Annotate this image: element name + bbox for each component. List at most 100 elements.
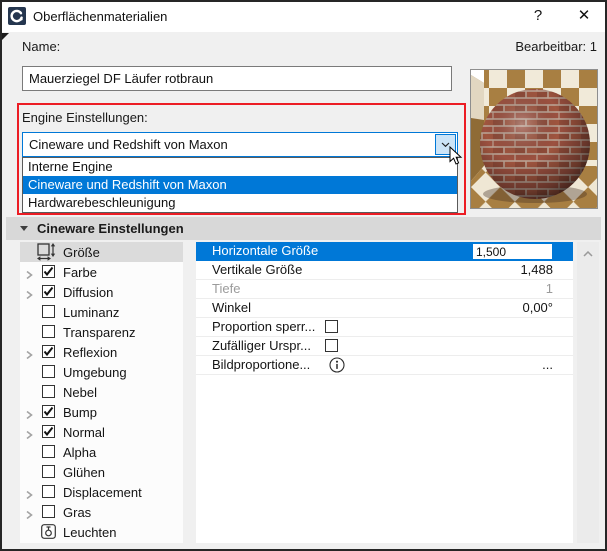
param-checkbox[interactable] <box>325 339 338 352</box>
tree-item-luminanz[interactable]: Luminanz <box>20 302 183 322</box>
expander-chevron-icon <box>26 430 33 440</box>
engine-combobox[interactable]: Cineware und Redshift von Maxon <box>22 132 458 157</box>
channel-checkbox[interactable] <box>42 445 55 458</box>
tree-item-bump[interactable]: Bump <box>20 402 183 422</box>
expander-chevron-icon <box>26 270 33 280</box>
tree-item-label: Nebel <box>63 385 97 400</box>
tree-item-label: Diffusion <box>63 285 114 300</box>
mouse-cursor <box>449 146 463 165</box>
checkmark-icon <box>43 346 54 357</box>
checkmark-icon <box>43 266 54 277</box>
param-value[interactable]: ... <box>542 356 553 374</box>
tree-item-umgebung[interactable]: Umgebung <box>20 362 183 382</box>
tree-item-gr-e[interactable]: Größe <box>20 242 183 262</box>
channel-checkbox[interactable] <box>42 485 55 498</box>
titlebar[interactable]: Oberflächenmaterialien ? ✕ <box>0 0 607 32</box>
param-checkbox[interactable] <box>325 320 338 333</box>
tree-item-reflexion[interactable]: Reflexion <box>20 342 183 362</box>
tree-item-displacement[interactable]: Displacement <box>20 482 183 502</box>
name-label: Name: <box>22 39 61 54</box>
param-label: Bildproportione... <box>212 357 311 372</box>
tree-item-label: Transparenz <box>63 325 136 340</box>
tree-item-label: Alpha <box>63 445 97 460</box>
material-name-input[interactable] <box>22 66 452 91</box>
edge-marker <box>2 33 9 40</box>
dialog-title: Oberflächenmaterialien <box>33 9 168 24</box>
param-row-bildproportione[interactable]: Bildproportione...... <box>196 356 573 375</box>
size-icon <box>37 243 56 261</box>
tree-item-alpha[interactable]: Alpha <box>20 442 183 462</box>
tree-item-label: Größe <box>63 245 100 260</box>
tree-item-label: Reflexion <box>63 345 118 360</box>
tree-item-normal[interactable]: Normal <box>20 422 183 442</box>
tree-item-gl-hen[interactable]: Glühen <box>20 462 183 482</box>
dropdown-option-cineware-und-redshift-von-maxon[interactable]: Cineware und Redshift von Maxon <box>23 176 457 194</box>
dropdown-option-hardwarebeschleunigung[interactable]: Hardwarebeschleunigung <box>23 194 457 212</box>
tree-item-transparenz[interactable]: Transparenz <box>20 322 183 342</box>
channel-checkbox[interactable] <box>42 365 55 378</box>
surface-materials-dialog: Oberflächenmaterialien ? ✕ Name: Bearbei… <box>0 0 607 551</box>
help-button[interactable]: ? <box>528 6 548 26</box>
param-label: Horizontale Größe <box>212 243 319 258</box>
tree-item-label: Farbe <box>63 265 97 280</box>
parameter-table: Horizontale Größe Vertikale Größe 1,488 Tie… <box>196 242 573 543</box>
checkmark-icon <box>43 286 54 297</box>
channel-tree: Größe Farbe Diffusion Luminanz Transparenz Re… <box>20 242 183 543</box>
param-row-proportion-sperr[interactable]: Proportion sperr... <box>196 318 573 337</box>
engine-settings-label: Engine Einstellungen: <box>22 110 148 125</box>
param-label: Winkel <box>212 300 252 315</box>
channel-checkbox[interactable] <box>42 505 55 518</box>
archicad-logo-icon <box>8 7 26 25</box>
param-value: 1 <box>545 281 553 296</box>
channel-checkbox[interactable] <box>42 305 55 318</box>
tree-item-label: Luminanz <box>63 305 120 320</box>
material-preview <box>470 69 598 209</box>
channel-checkbox[interactable] <box>42 345 55 358</box>
close-button[interactable]: ✕ <box>574 6 594 26</box>
param-row-winkel[interactable]: Winkel 0,00° <box>196 299 573 318</box>
editable-count-label: Bearbeitbar: 1 <box>515 39 597 54</box>
tree-item-leuchten[interactable]: Leuchten <box>20 522 183 542</box>
tree-item-label: Glühen <box>63 465 105 480</box>
cineware-section-title: Cineware Einstellungen <box>37 221 184 236</box>
channel-checkbox[interactable] <box>42 385 55 398</box>
tree-item-gras[interactable]: Gras <box>20 502 183 522</box>
info-icon <box>329 357 345 373</box>
checkmark-icon <box>43 406 54 417</box>
scrollbar-up-button[interactable] <box>577 246 599 262</box>
cineware-section-header[interactable]: Cineware Einstellungen <box>6 217 601 240</box>
scrollbar[interactable] <box>577 242 599 543</box>
engine-combobox-value: Cineware und Redshift von Maxon <box>29 137 228 152</box>
expander-chevron-icon <box>26 510 33 520</box>
collapse-triangle-icon <box>20 226 28 231</box>
channel-checkbox[interactable] <box>42 265 55 278</box>
param-row-vertikale-gr-e[interactable]: Vertikale Größe 1,488 <box>196 261 573 280</box>
param-value: 1,488 <box>520 262 553 277</box>
param-label: Tiefe <box>212 281 241 296</box>
tree-item-label: Bump <box>63 405 97 420</box>
dropdown-option-interne-engine[interactable]: Interne Engine <box>23 158 457 176</box>
param-row-zuf-lliger-urspr[interactable]: Zufälliger Urspr... <box>196 337 573 356</box>
tree-item-diffusion[interactable]: Diffusion <box>20 282 183 302</box>
channel-checkbox[interactable] <box>42 425 55 438</box>
channel-checkbox[interactable] <box>42 405 55 418</box>
param-row-tiefe[interactable]: Tiefe 1 <box>196 280 573 299</box>
expander-chevron-icon <box>26 410 33 420</box>
param-row-horizontale-gr-e[interactable]: Horizontale Größe <box>196 242 573 261</box>
expander-chevron-icon <box>26 290 33 300</box>
tree-item-label: Normal <box>63 425 105 440</box>
channel-checkbox[interactable] <box>42 465 55 478</box>
channel-checkbox[interactable] <box>42 285 55 298</box>
param-label: Zufälliger Urspr... <box>212 338 311 353</box>
lamp-icon <box>41 524 56 539</box>
expander-chevron-icon <box>26 350 33 360</box>
param-value-input[interactable] <box>473 244 552 259</box>
checkmark-icon <box>43 426 54 437</box>
expander-chevron-icon <box>26 490 33 500</box>
tree-item-farbe[interactable]: Farbe <box>20 262 183 282</box>
tree-item-label: Umgebung <box>63 365 127 380</box>
tree-item-nebel[interactable]: Nebel <box>20 382 183 402</box>
channel-checkbox[interactable] <box>42 325 55 338</box>
engine-dropdown-list: Interne Engine Cineware und Redshift von … <box>22 157 458 213</box>
chevron-up-icon <box>583 251 593 257</box>
